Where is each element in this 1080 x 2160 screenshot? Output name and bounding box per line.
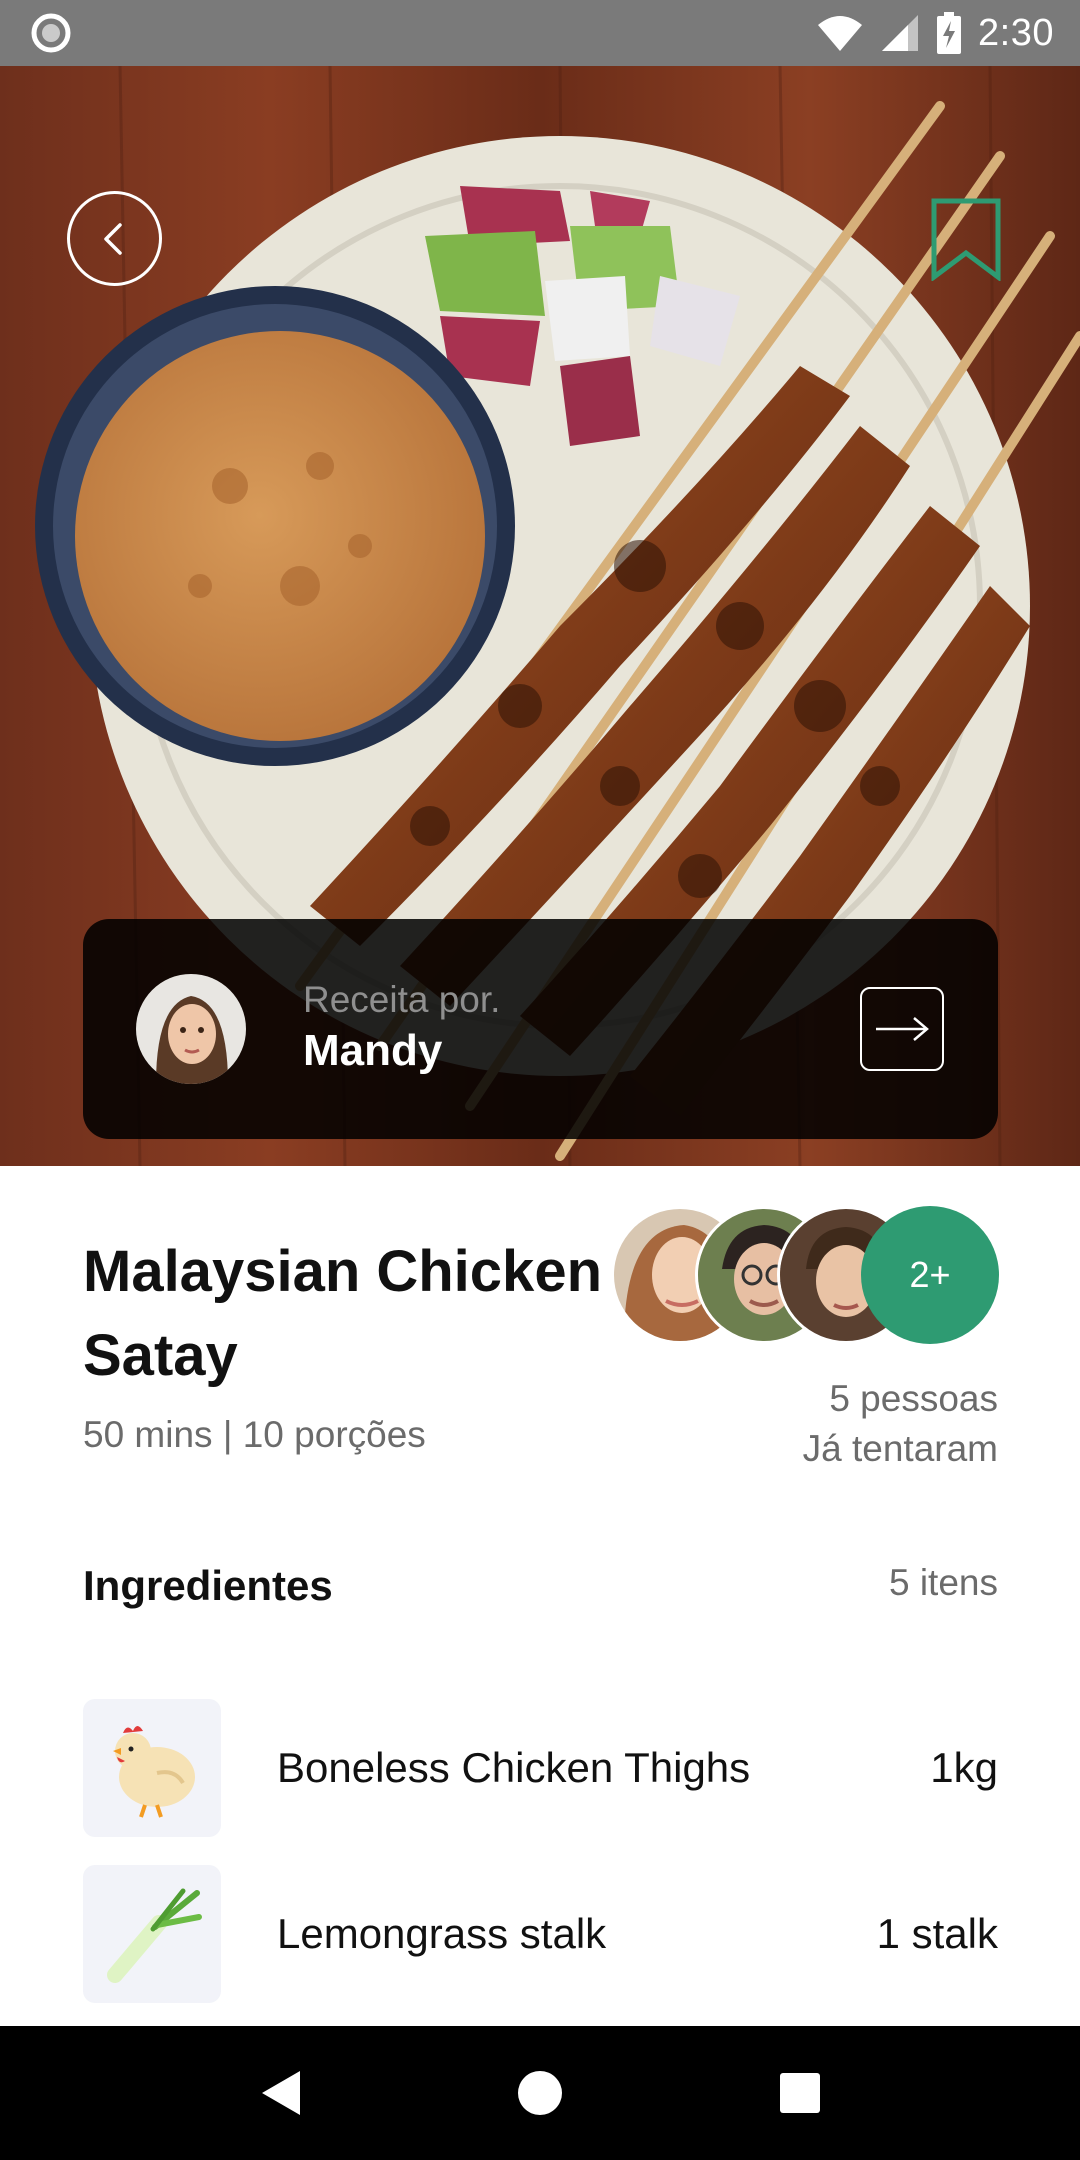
recipe-author-card[interactable]: Receita por. Mandy — [83, 919, 998, 1139]
author-avatar — [136, 974, 246, 1084]
chicken-icon — [113, 1726, 195, 1818]
recipe-info-section: Malaysian Chicken Satay 50 mins | 10 por… — [0, 1166, 1080, 2026]
ingredient-name: Lemongrass stalk — [277, 1910, 607, 1957]
bookmark-button[interactable] — [926, 194, 1006, 284]
arrow-right-icon — [876, 1017, 929, 1041]
hero-image-section: Receita por. Mandy — [0, 66, 1080, 1166]
ingredient-row[interactable]: Lemongrass stalk 1 stalk — [83, 1864, 998, 2004]
author-profile-button[interactable] — [860, 987, 944, 1071]
ingredient-thumbnail — [83, 1699, 221, 1837]
ingredient-quantity: 1 stalk — [876, 1910, 998, 1957]
ingredient-quantity: 1kg — [930, 1744, 998, 1791]
ingredient-row[interactable]: Boneless Chicken Thighs 1kg — [83, 1698, 998, 1838]
cell-signal-icon — [882, 15, 919, 51]
battery-charging-icon — [937, 12, 962, 54]
notification-dot-icon — [31, 13, 71, 53]
tried-label: Já tentaram — [802, 1428, 998, 1469]
status-bar: 2:30 — [0, 0, 1080, 66]
author-name: Mandy — [303, 1026, 443, 1075]
nav-recents-icon — [780, 2073, 820, 2113]
back-button[interactable] — [67, 191, 162, 286]
bookmark-icon — [931, 198, 1001, 281]
tried-count: 5 pessoas — [829, 1378, 998, 1419]
nav-back-icon — [262, 2071, 300, 2115]
ingredients-count: 5 itens — [888, 1562, 998, 1603]
nav-home-button[interactable] — [495, 2048, 585, 2138]
recipe-meta: 50 mins | 10 porções — [83, 1414, 426, 1455]
status-time: 2:30 — [978, 11, 1054, 54]
recipe-title: Malaysian Chicken Satay — [83, 1239, 602, 1388]
more-people-badge[interactable]: 2+ — [861, 1206, 999, 1344]
lemongrass-icon — [107, 1888, 202, 1983]
wifi-icon — [818, 16, 863, 51]
system-navigation-bar — [0, 2026, 1080, 2160]
tried-avatars-group[interactable]: 2+ — [611, 1206, 999, 1344]
recipe-by-label: Receita por. — [303, 979, 501, 1020]
chevron-left-icon — [103, 222, 122, 255]
nav-back-button[interactable] — [235, 2048, 325, 2138]
ingredients-header: Ingredientes — [83, 1562, 333, 1609]
ingredient-thumbnail — [83, 1865, 221, 2003]
nav-recents-button[interactable] — [755, 2048, 845, 2138]
nav-home-icon — [518, 2071, 562, 2115]
ingredient-name: Boneless Chicken Thighs — [277, 1744, 751, 1791]
